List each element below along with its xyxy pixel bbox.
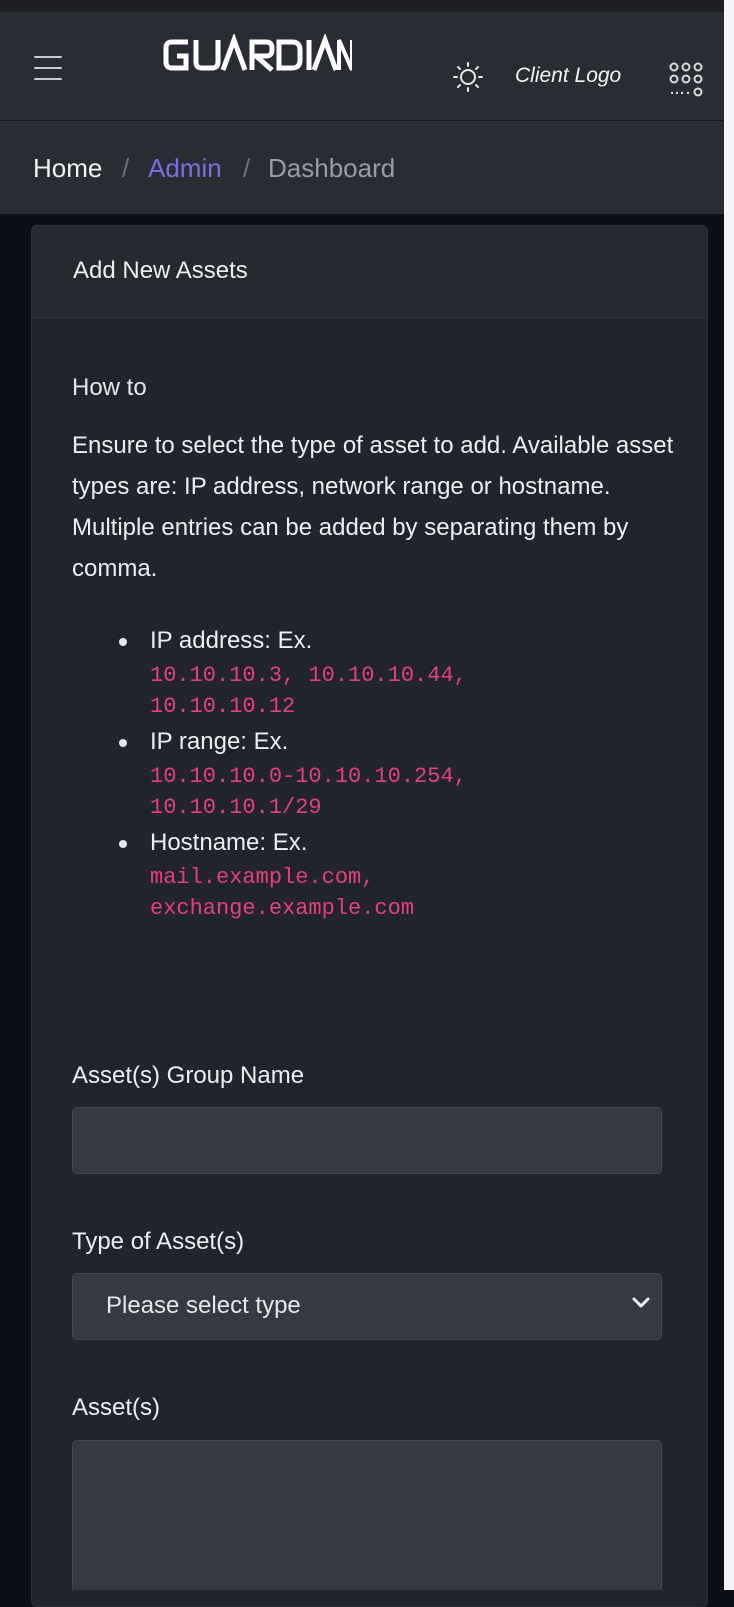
example-code: 10.10.10.3, 10.10.10.44, [150,663,467,688]
example-label: IP range: Ex. [150,728,289,755]
list-item: IP range: Ex. 10.10.10.0-10.10.10.254, 1… [72,726,632,823]
list-item: IP address: Ex. 10.10.10.3, 10.10.10.44,… [72,625,632,722]
client-logo: Client Logo [515,64,622,87]
example-code: 10.10.10.0-10.10.10.254, [150,764,467,789]
example-label: Hostname: Ex. [150,829,308,856]
chevron-down-icon [632,1297,650,1308]
bullet-dot [119,739,127,747]
example-label: IP address: Ex. [150,627,313,654]
guardian-logo[interactable] [162,34,352,78]
bullet-dot [119,840,127,848]
apps-grid-icon[interactable] [668,62,704,98]
group-name-input[interactable] [72,1107,662,1174]
breadcrumb-separator: / [122,153,130,183]
breadcrumb-admin[interactable]: Admin [148,153,222,184]
asset-type-select[interactable]: Please select type [72,1273,662,1340]
assets-textarea[interactable] [72,1440,662,1590]
example-code: 10.10.10.12 [150,694,296,719]
navbar: Client Logo [0,12,734,121]
list-item: Hostname: Ex. mail.example.com, exchange… [72,827,632,924]
asset-examples-list: IP address: Ex. 10.10.10.3, 10.10.10.44,… [72,625,632,928]
breadcrumb-current: Dashboard [268,153,396,183]
bullet-dot [119,638,127,646]
hamburger-menu-icon[interactable] [34,56,66,82]
card-title: Add New Assets [73,257,248,284]
breadcrumb-home[interactable]: Home [33,153,102,184]
card-header: Add New Assets [32,226,707,318]
breadcrumb-separator: / [243,153,251,183]
asset-type-selected: Please select type [106,1292,301,1319]
asset-type-label: Type of Asset(s) [72,1228,245,1255]
assets-label: Asset(s) [72,1394,161,1421]
example-code: 10.10.10.1/29 [150,795,322,820]
example-code: exchange.example.com [150,896,415,921]
page-edge [724,0,734,1590]
breadcrumb: Home / Admin / Dashboard [0,121,734,214]
howto-description: Ensure to select the type of asset to ad… [72,432,674,582]
example-code: mail.example.com, [150,865,375,890]
howto-heading: How to [72,374,147,401]
sun-icon[interactable] [453,62,483,92]
group-name-label: Asset(s) Group Name [72,1062,305,1089]
